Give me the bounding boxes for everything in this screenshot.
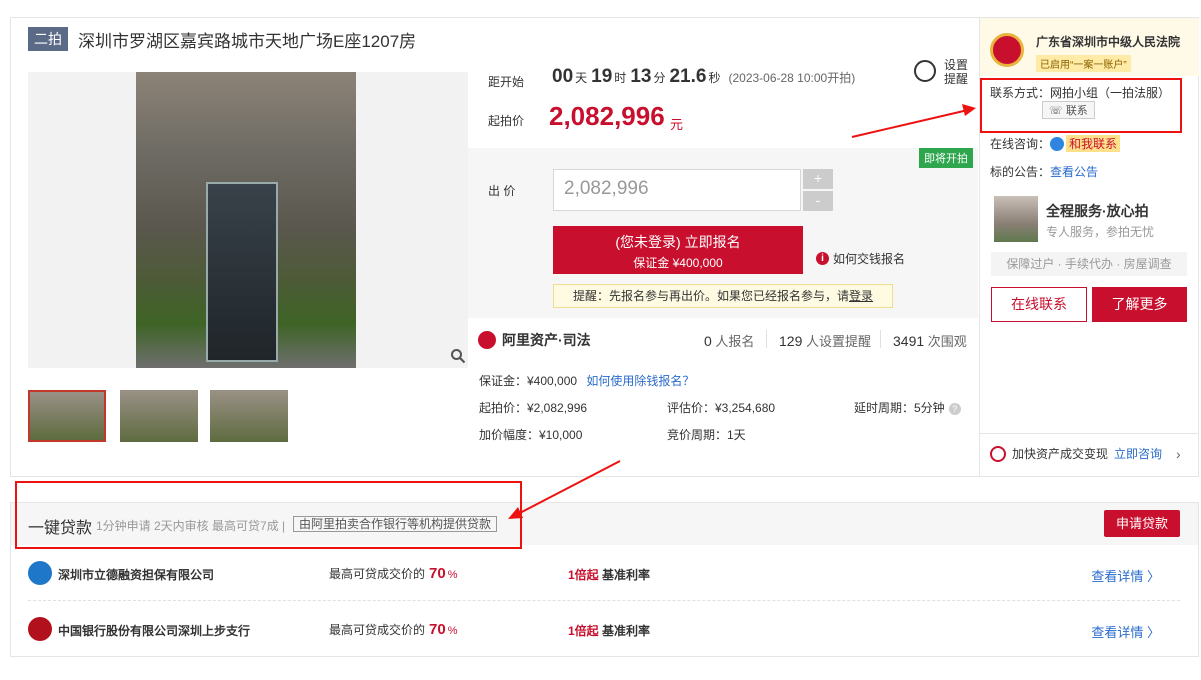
annotation-arrows xyxy=(508,104,976,519)
